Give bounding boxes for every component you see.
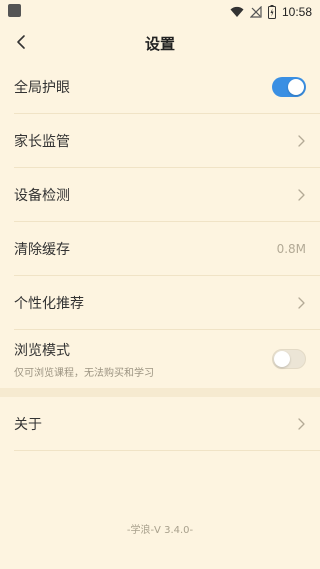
setting-about[interactable]: 关于 bbox=[14, 397, 320, 451]
app-notification-icon bbox=[8, 4, 21, 17]
status-time: 10:58 bbox=[281, 5, 312, 19]
setting-recommendation[interactable]: 个性化推荐 bbox=[14, 276, 320, 330]
setting-label: 个性化推荐 bbox=[14, 295, 84, 312]
setting-eye-protection: 全局护眼 bbox=[14, 60, 320, 114]
status-bar: 10:58 bbox=[0, 0, 320, 24]
browse-mode-text: 浏览模式 仅可浏览课程，无法购买和学习 bbox=[14, 340, 272, 379]
browse-mode-toggle[interactable] bbox=[272, 349, 306, 369]
toggle-knob bbox=[274, 351, 290, 367]
section-divider bbox=[0, 388, 320, 397]
cache-size-value: 0.8M bbox=[276, 241, 306, 256]
chevron-right-icon bbox=[298, 188, 305, 201]
setting-label: 家长监管 bbox=[14, 133, 70, 150]
setting-parental-control[interactable]: 家长监管 bbox=[14, 114, 320, 168]
settings-list: 全局护眼 家长监管 设备检测 清除缓存 0.8M 个性化推荐 浏览模式 仅可浏览… bbox=[0, 60, 320, 451]
setting-label: 设备检测 bbox=[14, 187, 70, 204]
chevron-right-icon bbox=[298, 417, 305, 430]
chevron-right-icon bbox=[298, 296, 305, 309]
app-version: -学浪-V 3.4.0- bbox=[126, 525, 194, 536]
eye-protection-toggle[interactable] bbox=[272, 76, 306, 97]
setting-label: 关于 bbox=[14, 416, 42, 433]
setting-label: 清除缓存 bbox=[14, 241, 70, 258]
setting-label: 全局护眼 bbox=[14, 79, 70, 96]
header: 设置 bbox=[0, 24, 320, 62]
setting-clear-cache[interactable]: 清除缓存 0.8M bbox=[14, 222, 320, 276]
setting-device-check[interactable]: 设备检测 bbox=[14, 168, 320, 222]
signal-no-sim-icon bbox=[249, 6, 262, 18]
toggle-knob bbox=[288, 78, 304, 95]
setting-subtitle: 仅可浏览课程，无法购买和学习 bbox=[14, 367, 154, 379]
status-icons: 10:58 bbox=[230, 3, 312, 21]
wifi-icon bbox=[230, 6, 244, 17]
chevron-right-icon bbox=[298, 134, 305, 147]
setting-browse-mode: 浏览模式 仅可浏览课程，无法购买和学习 bbox=[14, 330, 320, 388]
setting-label: 浏览模式 bbox=[14, 342, 70, 359]
battery-charging-icon bbox=[267, 5, 276, 19]
page-title: 设置 bbox=[144, 35, 175, 53]
